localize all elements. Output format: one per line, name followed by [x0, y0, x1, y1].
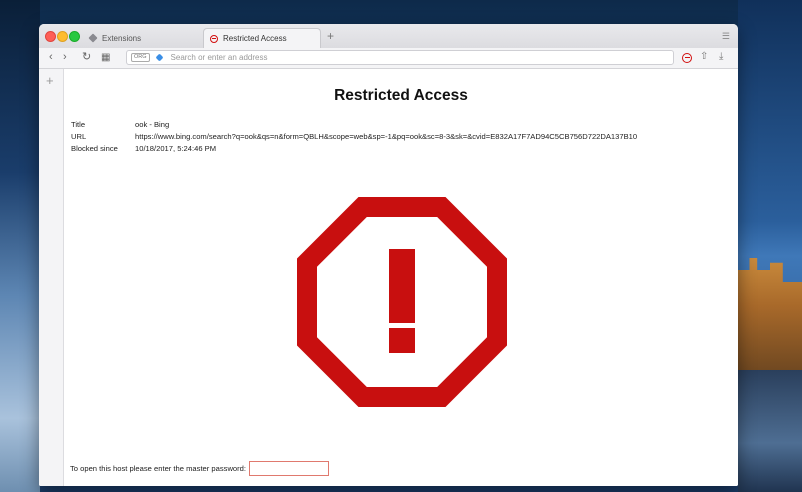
- sidebar-panel: +: [39, 69, 64, 486]
- extension-cube-icon: [88, 33, 98, 43]
- tabs-menu-icon[interactable]: ☰: [722, 31, 730, 42]
- share-icon[interactable]: ⇧: [700, 51, 708, 63]
- info-label: Title: [71, 120, 86, 129]
- download-icon[interactable]: ⤓: [719, 51, 723, 63]
- password-prompt: To open this host please enter the maste…: [70, 464, 247, 473]
- navigation-toolbar: ‹ › ↻ ▦ ORG Search or enter an address ⇧…: [39, 48, 738, 69]
- info-value: ook - Bing: [135, 120, 170, 129]
- restricted-access-extension-icon[interactable]: [682, 53, 692, 63]
- tab-label: Extensions: [102, 33, 142, 43]
- title-bar: Extensions Restricted Access + ☰: [39, 24, 738, 48]
- back-icon[interactable]: ‹: [49, 51, 53, 64]
- browser-window: Extensions Restricted Access + ☰ ‹ › ↻ ▦…: [39, 24, 738, 486]
- password-row: To open this host please enter the maste…: [70, 461, 330, 476]
- maximize-window-button[interactable]: [69, 31, 80, 42]
- speed-dial-grid-icon[interactable]: ▦: [101, 51, 110, 64]
- tab-extensions[interactable]: Extensions: [83, 28, 203, 48]
- forward-icon[interactable]: ›: [63, 51, 67, 64]
- tab-label: Restricted Access: [223, 34, 287, 43]
- blocked-info: Title ook - Bing URL https://www.bing.co…: [71, 119, 637, 155]
- add-panel-button[interactable]: +: [46, 73, 54, 88]
- info-label: Blocked since: [71, 144, 118, 153]
- page-content: Restricted Access Title ook - Bing URL h…: [64, 69, 738, 486]
- minimize-window-button[interactable]: [57, 31, 68, 42]
- site-info-badge[interactable]: ORG: [131, 53, 150, 62]
- desktop-background-left: [0, 0, 40, 492]
- master-password-input[interactable]: [249, 461, 330, 476]
- info-row-blocked-since: Blocked since 10/18/2017, 5:24:46 PM: [71, 143, 637, 155]
- restricted-icon: [210, 34, 218, 43]
- close-window-button[interactable]: [45, 31, 56, 42]
- warning-stop-sign-icon: [297, 197, 507, 407]
- reload-icon[interactable]: ↻: [82, 51, 91, 64]
- site-icon: [155, 53, 163, 62]
- info-value: 10/18/2017, 5:24:46 PM: [135, 144, 217, 153]
- info-value: https://www.bing.com/search?q=ook&qs=n&f…: [135, 132, 638, 141]
- hillside-image: [738, 370, 802, 492]
- info-row-title: Title ook - Bing: [71, 119, 637, 131]
- tab-restricted-access[interactable]: Restricted Access: [203, 28, 321, 48]
- info-label: URL: [71, 132, 87, 141]
- page-title: Restricted Access: [334, 87, 468, 104]
- info-row-url: URL https://www.bing.com/search?q=ook&qs…: [71, 131, 637, 143]
- address-bar[interactable]: ORG Search or enter an address: [126, 50, 674, 65]
- address-placeholder: Search or enter an address: [170, 53, 268, 62]
- new-tab-button[interactable]: +: [327, 29, 334, 43]
